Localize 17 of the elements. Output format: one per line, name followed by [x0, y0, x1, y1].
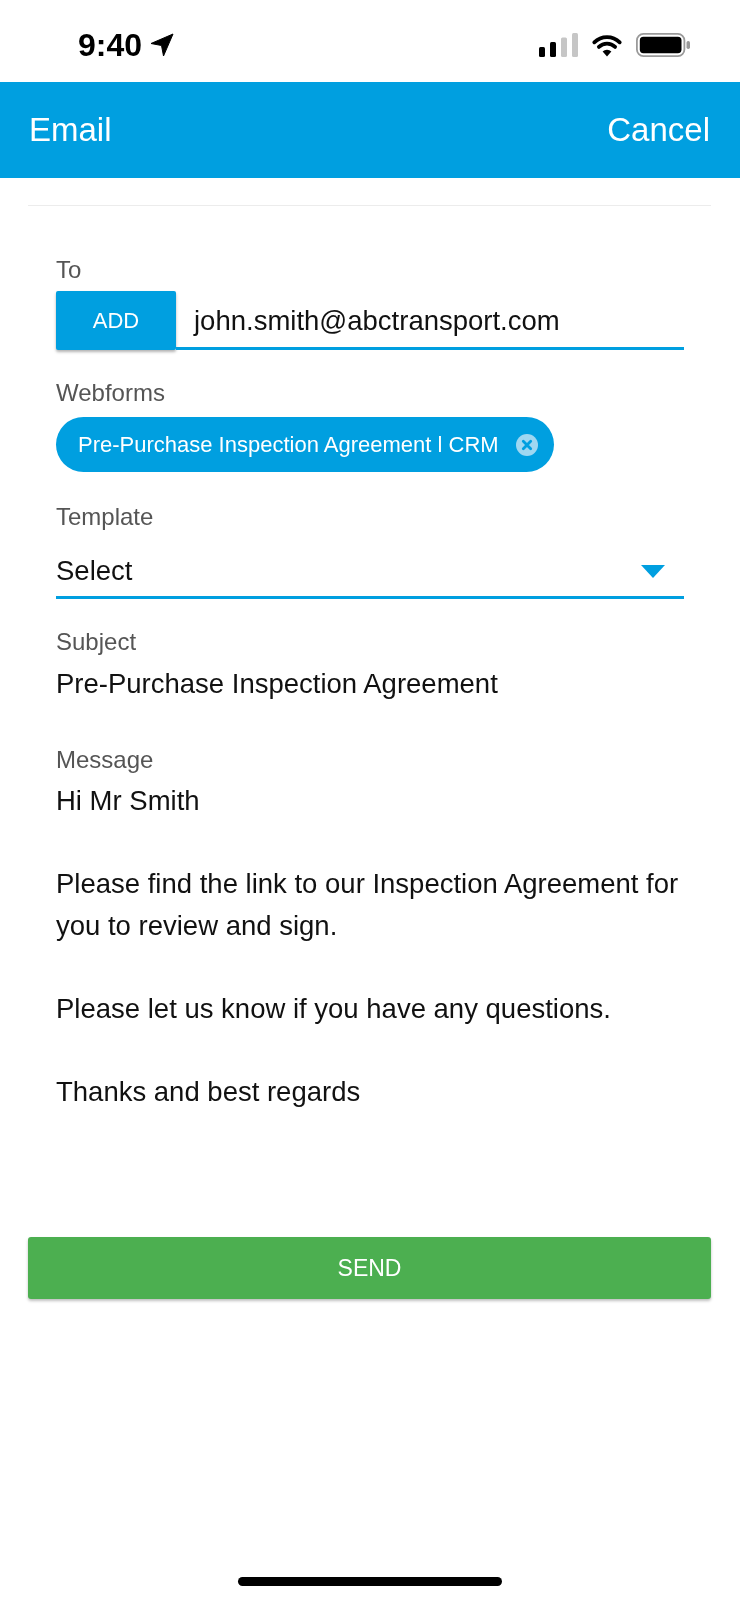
message-field[interactable]: Hi Mr Smith Please find the link to our Inspection Agreement for you to review and sign. Please let us know if you have any questions. Thanks and best regards — [56, 780, 684, 1112]
wifi-icon — [591, 33, 623, 57]
caret-icon — [641, 564, 665, 578]
template-select[interactable]: Select — [56, 534, 684, 599]
field-label: Template — [56, 502, 154, 532]
field-label: Subject — [56, 627, 137, 657]
close-icon[interactable] — [515, 433, 538, 456]
location-arrow-icon — [150, 33, 175, 57]
field-label: Webforms — [56, 378, 165, 408]
signal-icon — [539, 33, 578, 57]
email-field[interactable]: john.smith@abctransport.com — [176, 304, 684, 350]
screen-title: Email — [29, 110, 112, 150]
field-label: To — [56, 255, 82, 285]
field-label: Message — [56, 745, 154, 775]
subject-field[interactable]: Pre-Purchase Inspection Agreement — [56, 666, 498, 702]
battery-icon — [636, 33, 690, 57]
status-time: 9:40 — [78, 28, 143, 62]
